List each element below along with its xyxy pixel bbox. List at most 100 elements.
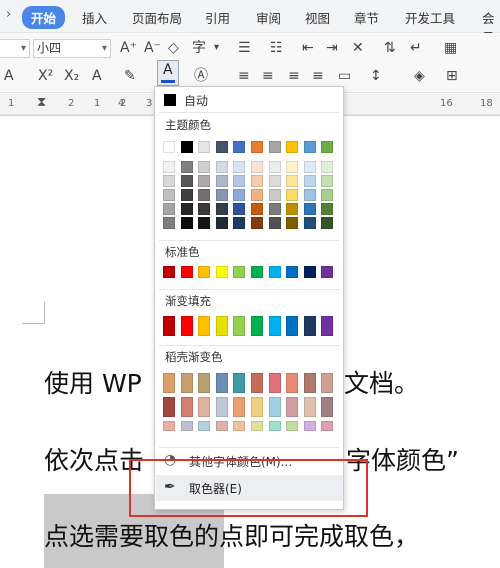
gradient-color-swatch[interactable] xyxy=(286,316,299,336)
theme-shade-swatch[interactable] xyxy=(286,189,299,201)
theme-shade-swatch[interactable] xyxy=(303,189,316,201)
daoke-gradient-swatch[interactable] xyxy=(180,373,193,393)
daoke-gradient-swatch[interactable] xyxy=(321,421,334,431)
theme-shade-swatch[interactable] xyxy=(321,217,334,229)
theme-shade-swatch[interactable] xyxy=(233,161,246,173)
chevron-down-icon[interactable]: ▾ xyxy=(214,39,219,57)
highlight-icon[interactable]: ✎ xyxy=(124,67,136,85)
theme-shade-swatch[interactable] xyxy=(303,203,316,215)
theme-shade-swatch[interactable] xyxy=(198,161,211,173)
theme-shade-swatch[interactable] xyxy=(268,203,281,215)
theme-color-swatch[interactable] xyxy=(303,141,316,153)
shrink-font-icon[interactable]: A⁻ xyxy=(144,39,161,57)
daoke-gradient-swatch[interactable] xyxy=(268,421,281,431)
theme-shade-swatch[interactable] xyxy=(163,161,175,173)
theme-shade-swatch[interactable] xyxy=(321,203,334,215)
theme-shade-swatch[interactable] xyxy=(198,217,211,229)
standard-color-swatch[interactable] xyxy=(321,266,334,278)
theme-shade-swatch[interactable] xyxy=(233,217,246,229)
standard-color-swatch[interactable] xyxy=(215,266,228,278)
standard-color-swatch[interactable] xyxy=(198,266,211,278)
daoke-gradient-swatch[interactable] xyxy=(251,421,263,431)
theme-shade-swatch[interactable] xyxy=(321,161,334,173)
daoke-gradient-swatch[interactable] xyxy=(198,421,211,431)
theme-shade-swatch[interactable] xyxy=(215,175,228,187)
sort-icon[interactable]: ⇅ xyxy=(384,39,396,57)
daoke-gradient-swatch[interactable] xyxy=(198,373,211,393)
indent-marker-icon[interactable]: ⧗ xyxy=(37,95,46,110)
tab-insert[interactable]: 插入 xyxy=(82,8,107,27)
shading-icon[interactable]: ◈ xyxy=(414,67,425,85)
gradient-color-swatch[interactable] xyxy=(268,316,281,336)
theme-shade-swatch[interactable] xyxy=(198,189,211,201)
gradient-color-swatch[interactable] xyxy=(163,316,175,336)
tab-home[interactable]: 开始 xyxy=(22,6,66,29)
gradient-color-swatch[interactable] xyxy=(303,316,316,336)
font-name-dropdown[interactable]: ▾ xyxy=(0,39,30,58)
align-center-icon[interactable]: ≡ xyxy=(262,67,274,85)
daoke-gradient-swatch[interactable] xyxy=(303,373,316,393)
standard-color-swatch[interactable] xyxy=(268,266,281,278)
align-left-icon[interactable]: ≡ xyxy=(238,67,250,85)
daoke-gradient-swatch[interactable] xyxy=(163,397,175,417)
font-size-dropdown[interactable]: 小四 ▾ xyxy=(33,39,111,58)
theme-color-swatch[interactable] xyxy=(198,141,211,153)
tab-references[interactable]: 引用 xyxy=(205,8,230,27)
justify-icon[interactable]: ≡ xyxy=(312,67,324,85)
theme-shade-swatch[interactable] xyxy=(215,161,228,173)
daoke-gradient-swatch[interactable] xyxy=(233,373,246,393)
tab-chapter[interactable]: 章节 xyxy=(354,8,379,27)
daoke-gradient-swatch[interactable] xyxy=(215,373,228,393)
theme-shade-swatch[interactable] xyxy=(251,203,263,215)
daoke-gradient-swatch[interactable] xyxy=(321,397,334,417)
tab-developer[interactable]: 开发工具 xyxy=(405,8,455,27)
theme-shade-swatch[interactable] xyxy=(286,217,299,229)
align-right-icon[interactable]: ≡ xyxy=(288,67,300,85)
daoke-gradient-swatch[interactable] xyxy=(233,397,246,417)
standard-color-swatch[interactable] xyxy=(286,266,299,278)
standard-color-swatch[interactable] xyxy=(303,266,316,278)
tab-review[interactable]: 审阅 xyxy=(256,8,281,27)
theme-shade-swatch[interactable] xyxy=(233,175,246,187)
daoke-gradient-swatch[interactable] xyxy=(215,397,228,417)
gradient-color-swatch[interactable] xyxy=(251,316,263,336)
daoke-gradient-swatch[interactable] xyxy=(198,397,211,417)
char-border-icon[interactable]: Ⓐ xyxy=(194,67,208,85)
daoke-gradient-swatch[interactable] xyxy=(233,421,246,431)
daoke-gradient-swatch[interactable] xyxy=(163,373,175,393)
theme-shade-swatch[interactable] xyxy=(198,203,211,215)
font-style-icon[interactable]: A xyxy=(4,67,14,85)
increase-indent-icon[interactable]: ⇥ xyxy=(326,39,338,57)
theme-color-swatch[interactable] xyxy=(163,141,175,153)
theme-color-swatch[interactable] xyxy=(268,141,281,153)
theme-shade-swatch[interactable] xyxy=(268,217,281,229)
theme-shade-swatch[interactable] xyxy=(180,217,193,229)
standard-color-swatch[interactable] xyxy=(180,266,193,278)
standard-color-swatch[interactable] xyxy=(251,266,263,278)
theme-shade-swatch[interactable] xyxy=(180,203,193,215)
theme-shade-swatch[interactable] xyxy=(198,175,211,187)
line-spacing-icon[interactable]: ↕ xyxy=(370,67,382,85)
automatic-color-option[interactable]: 自动 xyxy=(155,90,343,110)
theme-shade-swatch[interactable] xyxy=(233,203,246,215)
theme-shade-swatch[interactable] xyxy=(163,217,175,229)
standard-color-swatch[interactable] xyxy=(233,266,246,278)
table-lines-icon[interactable]: ▦ xyxy=(444,39,457,57)
grow-font-icon[interactable]: A⁺ xyxy=(120,39,137,57)
daoke-gradient-swatch[interactable] xyxy=(321,373,334,393)
standard-color-swatch[interactable] xyxy=(163,266,175,278)
daoke-gradient-swatch[interactable] xyxy=(251,397,263,417)
text-effect-icon[interactable]: A xyxy=(92,67,102,85)
theme-shade-swatch[interactable] xyxy=(251,175,263,187)
theme-color-swatch[interactable] xyxy=(215,141,228,153)
chevron-left-icon[interactable]: › xyxy=(6,7,11,22)
theme-shade-swatch[interactable] xyxy=(251,189,263,201)
decrease-indent-icon[interactable]: ⇤ xyxy=(302,39,314,57)
tab-page-layout[interactable]: 页面布局 xyxy=(132,8,182,27)
daoke-gradient-swatch[interactable] xyxy=(286,397,299,417)
theme-shade-swatch[interactable] xyxy=(268,175,281,187)
daoke-gradient-swatch[interactable] xyxy=(180,397,193,417)
gradient-color-swatch[interactable] xyxy=(215,316,228,336)
theme-shade-swatch[interactable] xyxy=(180,189,193,201)
gradient-color-swatch[interactable] xyxy=(180,316,193,336)
